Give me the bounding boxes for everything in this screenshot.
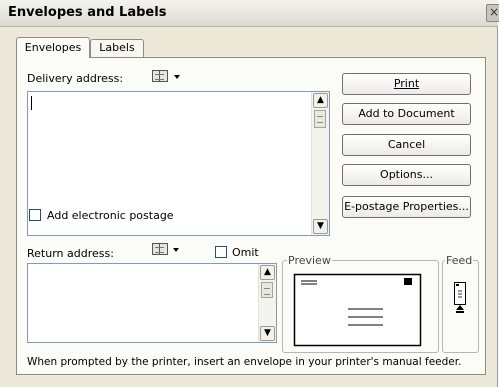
scroll-up-button[interactable]: ▲ — [313, 93, 328, 108]
envelope-preview[interactable] — [293, 273, 423, 348]
address-book-icon[interactable] — [152, 243, 168, 255]
add-electronic-postage-label[interactable]: Add electronic postage — [47, 209, 174, 222]
delivery-scrollbar[interactable]: ▲ ▼ — [311, 92, 329, 235]
scroll-down-icon: ▼ — [317, 221, 324, 231]
add-to-document-button[interactable]: Add to Document — [342, 103, 471, 125]
envelopes-panel: Delivery address: ▲ ▼ Add electronic pos… — [16, 57, 486, 375]
scroll-up-icon: ▲ — [264, 267, 271, 277]
options-label: Options... — [380, 168, 433, 181]
feed-group: Feed — [442, 254, 479, 353]
tab-labels-label: Labels — [99, 41, 135, 54]
text-caret — [31, 96, 32, 110]
address-book-icon[interactable] — [152, 70, 168, 82]
envelopes-and-labels-dialog: Envelopes and Labels × Envelopes Labels … — [0, 0, 499, 387]
print-button[interactable]: Print — [342, 73, 471, 95]
add-electronic-postage-checkbox[interactable] — [29, 209, 41, 221]
print-button-label: Print — [393, 77, 420, 90]
scroll-down-button[interactable]: ▼ — [260, 326, 275, 341]
feed-preview[interactable] — [449, 281, 473, 315]
scroll-thumb[interactable] — [314, 110, 326, 128]
cancel-label: Cancel — [387, 138, 426, 151]
dialog-title: Envelopes and Labels — [8, 5, 167, 20]
feed-icon — [454, 282, 466, 313]
close-button[interactable]: × — [486, 4, 499, 22]
feeder-hint-text: When prompted by the printer, insert an … — [27, 356, 462, 368]
scroll-thumb[interactable] — [261, 282, 273, 298]
add-to-document-label: Add to Document — [358, 107, 455, 120]
return-address-label: Return address: — [27, 247, 114, 260]
scroll-down-icon: ▼ — [264, 328, 271, 338]
envelope-icon — [293, 273, 422, 347]
tab-envelopes-label: Envelopes — [24, 41, 82, 54]
feed-title: Feed — [445, 254, 474, 267]
preview-group: Preview — [282, 254, 439, 353]
tab-labels[interactable]: Labels — [90, 39, 144, 57]
title-bar[interactable]: Envelopes and Labels × — [0, 0, 499, 27]
preview-title: Preview — [287, 254, 332, 267]
tab-envelopes[interactable]: Envelopes — [16, 37, 90, 58]
return-scrollbar[interactable]: ▲ ▼ — [258, 264, 276, 342]
cancel-button[interactable]: Cancel — [342, 134, 471, 156]
return-address-input[interactable]: ▲ ▼ — [27, 263, 277, 343]
chevron-down-icon[interactable] — [174, 75, 180, 79]
omit-checkbox[interactable] — [215, 246, 227, 258]
chevron-down-icon[interactable] — [173, 248, 179, 252]
delivery-address-label: Delivery address: — [27, 72, 124, 85]
options-button[interactable]: Options... — [342, 164, 471, 186]
epostage-properties-button[interactable]: E-postage Properties... — [342, 196, 471, 218]
scroll-up-button[interactable]: ▲ — [260, 265, 275, 280]
scroll-down-button[interactable]: ▼ — [313, 219, 328, 234]
close-icon: × — [488, 5, 499, 19]
omit-label[interactable]: Omit — [232, 246, 259, 259]
epostage-properties-label: E-postage Properties... — [344, 200, 469, 213]
scroll-up-icon: ▲ — [317, 95, 324, 105]
